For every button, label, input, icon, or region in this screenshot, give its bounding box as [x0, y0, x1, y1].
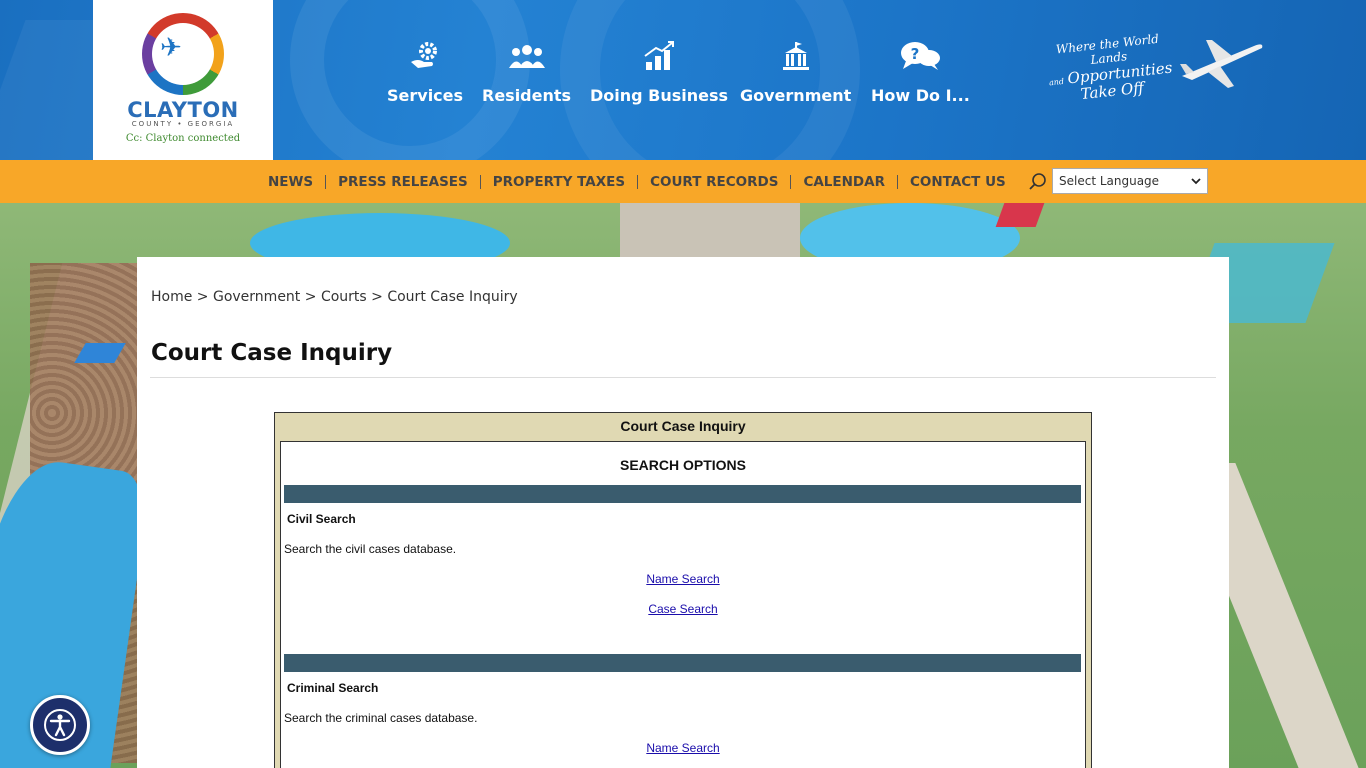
tagline-line: and — [1048, 76, 1065, 88]
page-title: Court Case Inquiry — [151, 340, 393, 366]
site-header: ✈ CLAYTON COUNTY • GEORGIA Cc: Clayton c… — [0, 0, 1366, 160]
breadcrumb-home[interactable]: Home — [151, 289, 192, 305]
language-select[interactable]: Select Language — [1052, 168, 1208, 194]
nav-doing-business[interactable]: Doing Business — [590, 38, 728, 118]
section-bar — [284, 654, 1081, 672]
divider — [150, 377, 1216, 378]
logo-name: CLAYTON — [127, 98, 239, 122]
nav-services[interactable]: Services — [387, 38, 463, 118]
header-tagline: Where the World Lands and Opportunities … — [1040, 32, 1270, 103]
civil-case-search-link[interactable]: Case Search — [281, 602, 1085, 616]
court-case-inquiry-panel: Court Case Inquiry SEARCH OPTIONS Civil … — [274, 412, 1092, 768]
accessibility-button[interactable] — [30, 695, 90, 755]
civil-name-search-link[interactable]: Name Search — [281, 572, 1085, 586]
criminal-name-search-link[interactable]: Name Search — [281, 741, 1085, 755]
criminal-search-description: Search the criminal cases database. — [284, 711, 478, 725]
chevron-down-icon — [1191, 174, 1201, 188]
gear-hand-icon — [408, 38, 442, 72]
topnav-court-records[interactable]: COURT RECORDS — [638, 174, 790, 190]
nav-label: Doing Business — [590, 86, 729, 105]
topnav-contact-us[interactable]: CONTACT US — [898, 174, 1018, 190]
civil-search-description: Search the civil cases database. — [284, 542, 457, 556]
language-select-value: Select Language — [1059, 174, 1160, 188]
topnav-calendar[interactable]: CALENDAR — [791, 174, 897, 190]
topnav-property-taxes[interactable]: PROPERTY TAXES — [481, 174, 637, 190]
nav-label: Residents — [482, 86, 572, 105]
bar-chart-icon — [642, 38, 676, 72]
section-bar — [284, 485, 1081, 503]
inquiry-header: Court Case Inquiry — [620, 418, 746, 434]
topnav-press-releases[interactable]: PRESS RELEASES — [326, 174, 480, 190]
nav-label: How Do I... — [871, 86, 970, 105]
nav-label: Government — [740, 86, 852, 105]
utility-nav: NEWS PRESS RELEASES PROPERTY TAXES COURT… — [256, 160, 1048, 203]
nav-how-do-i[interactable]: ? How Do I... — [871, 38, 970, 118]
people-icon — [507, 38, 547, 72]
content-card: Home > Government > Courts > Court Case … — [137, 257, 1229, 768]
nav-government[interactable]: Government — [740, 38, 851, 118]
svg-text:?: ? — [911, 45, 920, 63]
breadcrumb-government[interactable]: Government — [213, 289, 300, 305]
breadcrumb-separator: > — [371, 289, 383, 305]
breadcrumb: Home > Government > Courts > Court Case … — [151, 289, 518, 305]
logo-tagline: Cc: Clayton connected — [125, 133, 241, 144]
breadcrumb-courts[interactable]: Courts — [321, 289, 367, 305]
tagline-text: Where the World Lands and Opportunities … — [1037, 31, 1183, 107]
globe-logo-icon: ✈ — [142, 13, 224, 95]
question-bubble-icon: ? — [898, 38, 942, 72]
breadcrumb-separator: > — [304, 289, 317, 305]
site-logo[interactable]: ✈ CLAYTON COUNTY • GEORGIA Cc: Clayton c… — [93, 0, 273, 160]
criminal-search-title: Criminal Search — [287, 681, 379, 695]
topnav-news[interactable]: NEWS — [256, 174, 325, 190]
breadcrumb-separator: > — [196, 289, 209, 305]
nav-label: Services — [387, 86, 464, 105]
breadcrumb-current: Court Case Inquiry — [387, 289, 518, 305]
nav-residents[interactable]: Residents — [482, 38, 571, 118]
search-options-box: SEARCH OPTIONS Civil Search Search the c… — [280, 441, 1086, 768]
accessibility-icon — [44, 709, 76, 741]
airplane-icon — [1180, 40, 1263, 88]
capitol-building-icon — [779, 38, 813, 72]
search-options-title: SEARCH OPTIONS — [619, 457, 746, 473]
search-icon[interactable] — [1028, 172, 1048, 192]
logo-subtitle: COUNTY • GEORGIA — [131, 120, 235, 128]
civil-search-title: Civil Search — [287, 512, 356, 526]
airplane-icon: ✈ — [160, 33, 182, 63]
